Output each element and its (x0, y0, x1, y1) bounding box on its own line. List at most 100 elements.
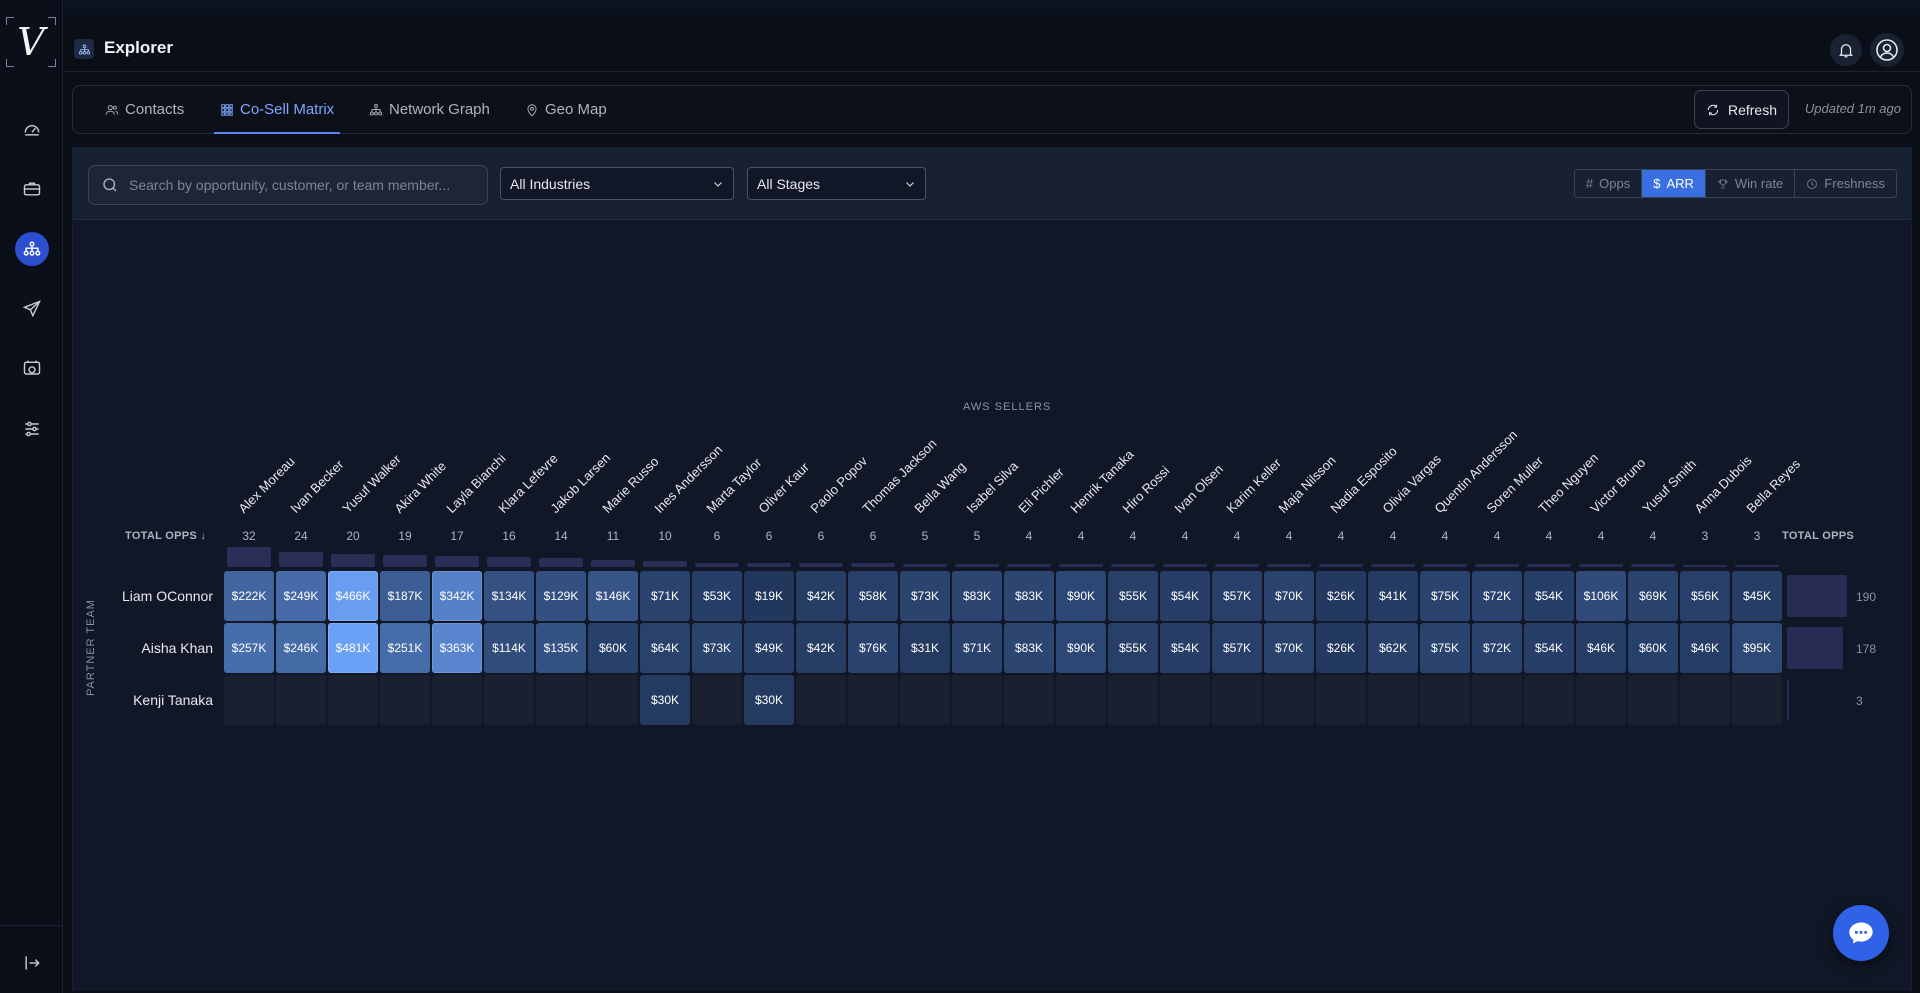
matrix-cell[interactable]: $54K (1160, 571, 1210, 621)
matrix-cell[interactable]: $73K (900, 571, 950, 621)
tab-geo-map[interactable]: Geo Map (525, 86, 607, 133)
matrix-cell[interactable]: $90K (1056, 623, 1106, 673)
column-total-bar (1371, 564, 1415, 567)
matrix-cell[interactable]: $54K (1524, 623, 1574, 673)
matrix-cell[interactable]: $70K (1264, 571, 1314, 621)
matrix-cell[interactable]: $56K (1680, 571, 1730, 621)
matrix-cell (1472, 675, 1522, 725)
matrix-cell[interactable]: $90K (1056, 571, 1106, 621)
search-input[interactable] (129, 177, 479, 193)
matrix-cell[interactable]: $57K (1212, 623, 1262, 673)
matrix-cell[interactable]: $62K (1368, 623, 1418, 673)
settings-sliders-icon[interactable] (15, 412, 49, 446)
column-total-bar (1631, 564, 1675, 567)
matrix-cell[interactable]: $19K (744, 571, 794, 621)
matrix-cell[interactable]: $64K (640, 623, 690, 673)
matrix-cell[interactable]: $71K (952, 623, 1002, 673)
matrix-cell[interactable]: $146K (588, 571, 638, 621)
matrix-cell[interactable]: $75K (1420, 623, 1470, 673)
matrix-cell[interactable]: $481K (328, 623, 378, 673)
matrix-cell[interactable]: $54K (1160, 623, 1210, 673)
matrix-cell[interactable]: $257K (224, 623, 274, 673)
matrix-cell[interactable]: $60K (588, 623, 638, 673)
metric-win-rate-button[interactable]: Win rate (1705, 170, 1796, 197)
send-nav-icon[interactable] (15, 292, 49, 326)
column-header-seller: Ivan Olsen (1171, 461, 1226, 516)
matrix-cell[interactable]: $42K (796, 623, 846, 673)
matrix-cell[interactable]: $57K (1212, 571, 1262, 621)
column-total-opps: 4 (1285, 529, 1293, 543)
matrix-cell[interactable]: $72K (1472, 623, 1522, 673)
stage-select[interactable]: All Stages (747, 167, 926, 200)
matrix-cell[interactable]: $54K (1524, 571, 1574, 621)
matrix-cell[interactable]: $71K (640, 571, 690, 621)
tab-co-sell-matrix[interactable]: Co-Sell Matrix (213, 86, 341, 134)
matrix-cell[interactable]: $134K (484, 571, 534, 621)
matrix-cell[interactable]: $72K (1472, 571, 1522, 621)
matrix-cell[interactable]: $363K (432, 623, 482, 673)
billing-nav-icon[interactable] (15, 352, 49, 386)
metric-freshness-button[interactable]: Freshness (1795, 170, 1896, 197)
matrix-cell[interactable]: $30K (744, 675, 794, 725)
matrix-cell[interactable]: $75K (1420, 571, 1470, 621)
tab-network-graph[interactable]: Network Graph (369, 86, 490, 133)
matrix-cell[interactable]: $83K (1004, 623, 1054, 673)
collapse-sidebar-icon[interactable] (15, 946, 49, 980)
matrix-cell[interactable]: $26K (1316, 571, 1366, 621)
matrix-cell[interactable]: $222K (224, 571, 274, 621)
matrix-cell[interactable]: $55K (1108, 623, 1158, 673)
matrix-cell[interactable]: $45K (1732, 571, 1782, 621)
matrix-cell[interactable]: $73K (692, 623, 742, 673)
explorer-badge-icon (74, 39, 94, 59)
matrix-cell[interactable]: $58K (848, 571, 898, 621)
matrix-cell[interactable]: $135K (536, 623, 586, 673)
matrix-cell[interactable]: $31K (900, 623, 950, 673)
matrix-cell[interactable]: $129K (536, 571, 586, 621)
matrix-cell[interactable]: $83K (952, 571, 1002, 621)
matrix-cell[interactable]: $26K (1316, 623, 1366, 673)
refresh-button[interactable]: Refresh (1694, 90, 1789, 129)
matrix-cell[interactable]: $466K (328, 571, 378, 621)
matrix-cell[interactable]: $60K (1628, 623, 1678, 673)
matrix-cell[interactable]: $106K (1576, 571, 1626, 621)
dollar-icon: $ (1653, 176, 1661, 191)
matrix-cell[interactable]: $53K (692, 571, 742, 621)
matrix-cell[interactable]: $69K (1628, 571, 1678, 621)
matrix-cell[interactable]: $249K (276, 571, 326, 621)
total-opps-header-left[interactable]: TOTAL OPPS ↓ (125, 530, 206, 542)
filter-bar: All Industries All Stages # Opps $ ARR W… (73, 148, 1911, 220)
matrix-cell[interactable]: $76K (848, 623, 898, 673)
matrix-cell[interactable]: $70K (1264, 623, 1314, 673)
matrix-cell[interactable]: $95K (1732, 623, 1782, 673)
chat-button[interactable] (1833, 905, 1889, 961)
dashboard-nav-icon[interactable] (15, 112, 49, 146)
matrix-cell[interactable]: $342K (432, 571, 482, 621)
briefcase-nav-icon[interactable] (15, 172, 49, 206)
user-avatar-icon[interactable] (1870, 33, 1904, 67)
matrix-cell[interactable]: $251K (380, 623, 430, 673)
metric-arr-button[interactable]: $ ARR (1642, 170, 1706, 197)
explorer-nav-icon[interactable] (15, 232, 49, 266)
metric-opps-button[interactable]: # Opps (1574, 170, 1643, 197)
column-total-bar (1007, 564, 1051, 567)
matrix-cell[interactable]: $55K (1108, 571, 1158, 621)
search-box[interactable] (88, 165, 488, 205)
industry-select[interactable]: All Industries (500, 167, 734, 200)
matrix-cell (900, 675, 950, 725)
matrix-cell[interactable]: $30K (640, 675, 690, 725)
matrix-cell[interactable]: $46K (1576, 623, 1626, 673)
view-tabs: Contacts Co-Sell Matrix Network Graph Ge… (72, 85, 1912, 134)
matrix-cell[interactable]: $46K (1680, 623, 1730, 673)
matrix-cell[interactable]: $41K (1368, 571, 1418, 621)
matrix-cell[interactable]: $42K (796, 571, 846, 621)
matrix-cell[interactable]: $49K (744, 623, 794, 673)
matrix-cell[interactable]: $114K (484, 623, 534, 673)
tab-contacts[interactable]: Contacts (105, 86, 184, 133)
row-header-partner: Kenji Tanaka (133, 692, 213, 708)
matrix-cell[interactable]: $246K (276, 623, 326, 673)
matrix-cell[interactable]: $187K (380, 571, 430, 621)
notifications-bell-icon[interactable] (1830, 34, 1862, 66)
app-logo[interactable]: V (6, 17, 56, 67)
matrix-cell[interactable]: $83K (1004, 571, 1054, 621)
column-total-opps: 4 (1597, 529, 1605, 543)
